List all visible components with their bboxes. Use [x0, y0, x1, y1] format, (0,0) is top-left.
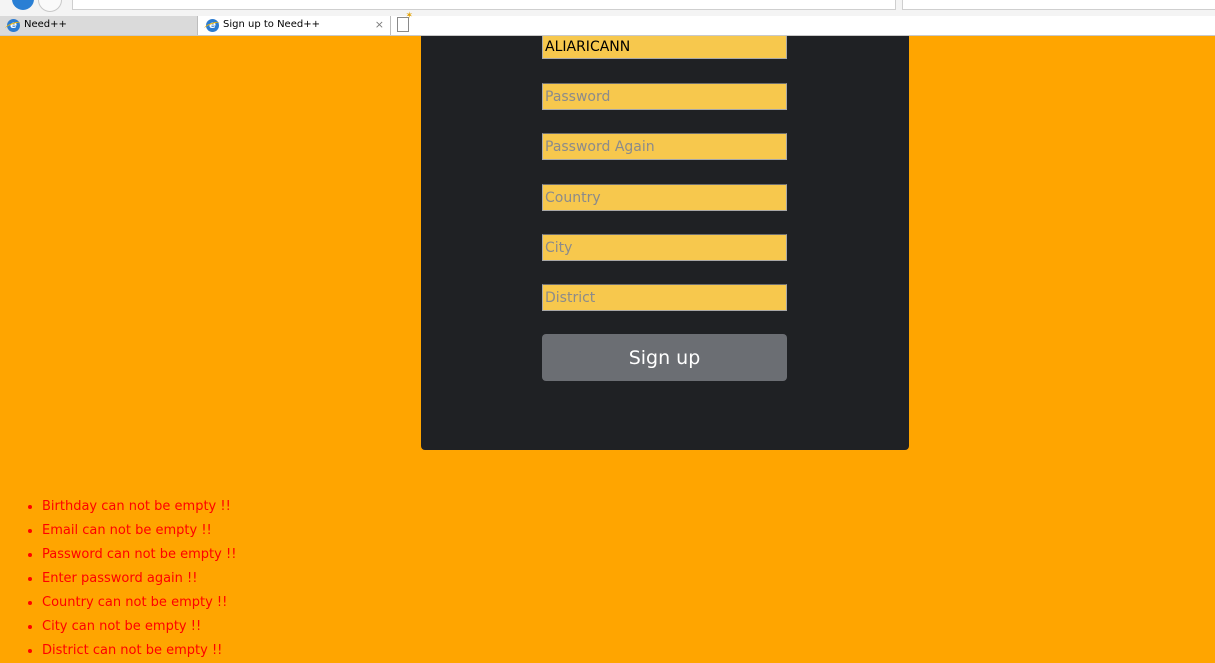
error-list: Birthday can not be empty !! Email can n… — [29, 495, 236, 663]
close-icon[interactable]: × — [375, 16, 384, 34]
error-item: Password can not be empty !! — [42, 543, 236, 567]
tab-need[interactable]: e Need++ — [0, 16, 198, 35]
tab-label: Need++ — [24, 19, 67, 30]
new-tab-star-icon: ✶ — [405, 11, 413, 21]
error-item: City can not be empty !! — [42, 615, 236, 639]
error-item: Country can not be empty !! — [42, 591, 236, 615]
new-tab-icon[interactable]: ✶ — [397, 12, 413, 32]
city-field[interactable] — [542, 234, 787, 261]
ie-icon: e — [206, 19, 219, 32]
search-box[interactable] — [902, 0, 1215, 10]
error-item: Email can not be empty !! — [42, 519, 236, 543]
signup-form: Sign up — [421, 36, 909, 450]
ie-logo-icon — [12, 0, 34, 10]
sign-up-button[interactable]: Sign up — [542, 334, 787, 381]
district-field[interactable] — [542, 284, 787, 311]
error-item: Birthday can not be empty !! — [42, 495, 236, 519]
tab-label: Sign up to Need++ — [223, 19, 320, 30]
ie-icon: e — [7, 19, 20, 32]
password-field[interactable] — [542, 83, 787, 110]
password-again-field[interactable] — [542, 133, 787, 160]
tab-sign-up[interactable]: e Sign up to Need++ × — [199, 16, 391, 35]
tab-strip: e Need++ e Sign up to Need++ × ✶ — [0, 12, 1215, 36]
error-item: District can not be empty !! — [42, 639, 236, 663]
username-field[interactable] — [542, 36, 787, 59]
address-bar[interactable] — [72, 0, 896, 10]
back-button[interactable] — [38, 0, 62, 12]
country-field[interactable] — [542, 184, 787, 211]
error-item: Enter password again !! — [42, 567, 236, 591]
browser-toolbar — [0, 0, 1215, 16]
